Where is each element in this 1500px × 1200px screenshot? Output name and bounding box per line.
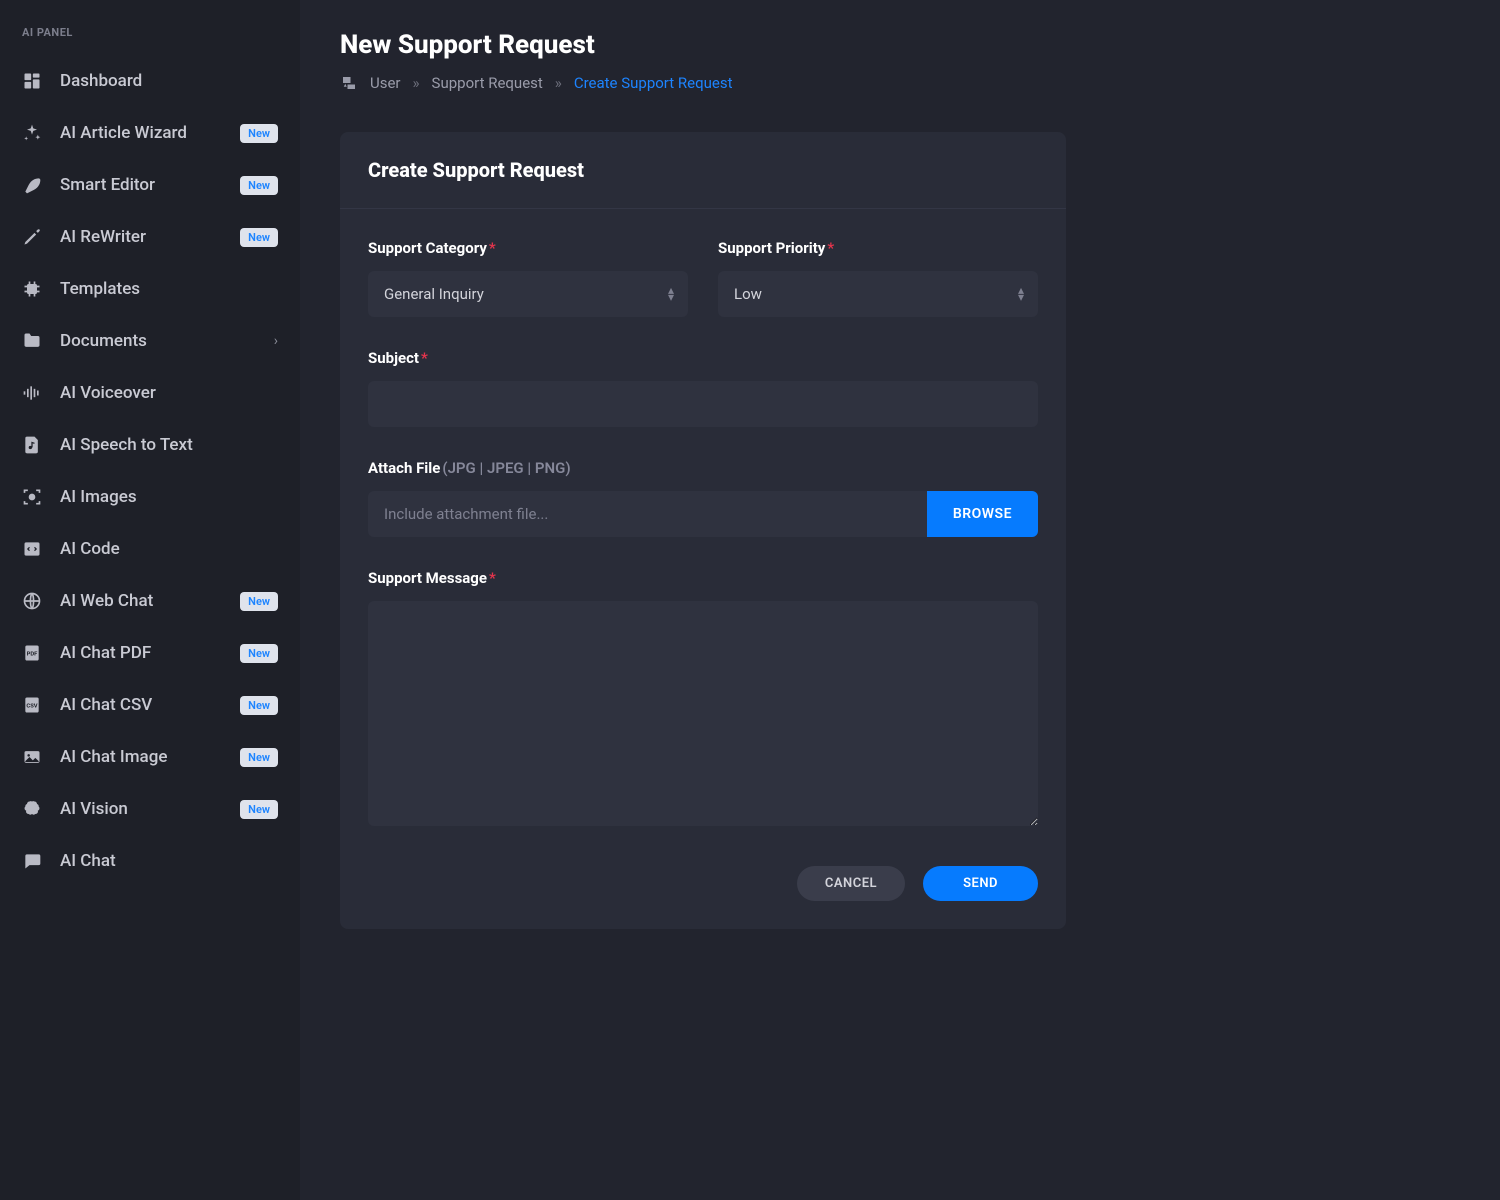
sidebar-item-templates[interactable]: Templates: [14, 263, 286, 315]
sidebar-item-label: Dashboard: [60, 71, 278, 91]
sidebar-item-label: AI ReWriter: [60, 227, 222, 247]
sidebar-item-label: AI Vision: [60, 799, 222, 819]
sidebar-item-documents[interactable]: Documents ›: [14, 315, 286, 367]
sidebar-nav: DashboardAI Article WizardNewSmart Edito…: [14, 55, 286, 887]
chat-icon: [22, 851, 42, 871]
attach-hint: (JPG | JPEG | PNG): [442, 459, 570, 477]
new-badge: New: [240, 800, 278, 819]
new-badge: New: [240, 228, 278, 247]
svg-text:PDF: PDF: [27, 652, 39, 658]
card-body: Support Category* General Inquiry ▴▾ Sup…: [340, 209, 1066, 929]
scan-icon: [22, 487, 42, 507]
sidebar-item-smart-editor[interactable]: Smart Editor New: [14, 159, 286, 211]
new-badge: New: [240, 748, 278, 767]
breadcrumb-separator: »: [413, 74, 420, 92]
attachment-input[interactable]: [368, 491, 927, 537]
chevron-right-icon: ›: [274, 333, 278, 349]
browse-button[interactable]: BROWSE: [927, 491, 1038, 537]
sidebar-item-ai-code[interactable]: AI Code: [14, 523, 286, 575]
send-button[interactable]: SEND: [923, 866, 1038, 901]
page-title: New Support Request: [340, 30, 1460, 60]
sidebar-item-label: AI Web Chat: [60, 591, 222, 611]
sidebar-item-label: AI Images: [60, 487, 278, 507]
csv-icon: CSV: [22, 695, 42, 715]
sidebar-item-ai-images[interactable]: AI Images: [14, 471, 286, 523]
priority-label: Support Priority: [718, 239, 825, 257]
new-badge: New: [240, 176, 278, 195]
cancel-button[interactable]: CANCEL: [797, 866, 905, 901]
globe-icon: [22, 591, 42, 611]
sidebar-item-label: Templates: [60, 279, 278, 299]
sidebar-item-ai-chat-pdf[interactable]: PDF AI Chat PDF New: [14, 627, 286, 679]
sidebar-item-label: AI Voiceover: [60, 383, 278, 403]
dashboard-icon: [22, 71, 42, 91]
sidebar-item-ai-chat[interactable]: AI Chat: [14, 835, 286, 887]
sidebar-title: AI PANEL: [14, 20, 286, 55]
sidebar-item-label: AI Code: [60, 539, 278, 559]
image-icon: [22, 747, 42, 767]
folder-icon: [22, 331, 42, 351]
priority-select[interactable]: Low: [718, 271, 1038, 317]
breadcrumb-separator: »: [555, 74, 562, 92]
chip-icon: [22, 279, 42, 299]
category-label: Support Category: [368, 239, 487, 257]
sidebar-item-label: AI Chat Image: [60, 747, 222, 767]
sidebar-item-label: AI Chat PDF: [60, 643, 222, 663]
breadcrumb-item-active: Create Support Request: [574, 74, 733, 92]
sidebar-item-label: AI Chat: [60, 851, 278, 871]
sidebar-item-ai-chat-csv[interactable]: CSV AI Chat CSV New: [14, 679, 286, 731]
brain-icon: [22, 799, 42, 819]
sidebar: AI PANEL DashboardAI Article WizardNewSm…: [0, 0, 300, 1200]
sidebar-item-label: AI Speech to Text: [60, 435, 278, 455]
required-indicator: *: [489, 569, 496, 587]
breadcrumb: User » Support Request » Create Support …: [340, 74, 1460, 92]
support-request-card: Create Support Request Support Category*…: [340, 132, 1066, 929]
breadcrumb-icon: [340, 74, 358, 92]
waveform-icon: [22, 383, 42, 403]
new-badge: New: [240, 696, 278, 715]
category-select[interactable]: General Inquiry: [368, 271, 688, 317]
sparkles-icon: [22, 123, 42, 143]
sidebar-item-label: AI Chat CSV: [60, 695, 222, 715]
sidebar-item-ai-voiceover[interactable]: AI Voiceover: [14, 367, 286, 419]
main-content: New Support Request User » Support Reque…: [300, 0, 1500, 1200]
message-textarea[interactable]: [368, 601, 1038, 826]
sidebar-item-ai-chat-image[interactable]: AI Chat Image New: [14, 731, 286, 783]
pdf-icon: PDF: [22, 643, 42, 663]
sidebar-item-label: AI Article Wizard: [60, 123, 222, 143]
required-indicator: *: [489, 239, 496, 257]
new-badge: New: [240, 124, 278, 143]
sidebar-item-ai-vision[interactable]: AI Vision New: [14, 783, 286, 835]
subject-input[interactable]: [368, 381, 1038, 427]
code-icon: [22, 539, 42, 559]
sidebar-item-dashboard[interactable]: Dashboard: [14, 55, 286, 107]
breadcrumb-item[interactable]: User: [370, 74, 401, 92]
required-indicator: *: [421, 349, 428, 367]
new-badge: New: [240, 592, 278, 611]
attach-label: Attach File: [368, 459, 440, 477]
music-file-icon: [22, 435, 42, 455]
svg-text:CSV: CSV: [26, 704, 37, 710]
message-label: Support Message: [368, 569, 487, 587]
sidebar-item-label: Smart Editor: [60, 175, 222, 195]
sidebar-item-ai-rewriter[interactable]: AI ReWriter New: [14, 211, 286, 263]
card-title: Create Support Request: [340, 132, 1066, 209]
sidebar-item-ai-article-wizard[interactable]: AI Article Wizard New: [14, 107, 286, 159]
pen-icon: [22, 227, 42, 247]
required-indicator: *: [827, 239, 834, 257]
sidebar-item-label: Documents: [60, 331, 256, 351]
breadcrumb-item[interactable]: Support Request: [432, 74, 543, 92]
subject-label: Subject: [368, 349, 419, 367]
sidebar-item-ai-web-chat[interactable]: AI Web Chat New: [14, 575, 286, 627]
sidebar-item-ai-speech-to-text[interactable]: AI Speech to Text: [14, 419, 286, 471]
feather-icon: [22, 175, 42, 195]
new-badge: New: [240, 644, 278, 663]
